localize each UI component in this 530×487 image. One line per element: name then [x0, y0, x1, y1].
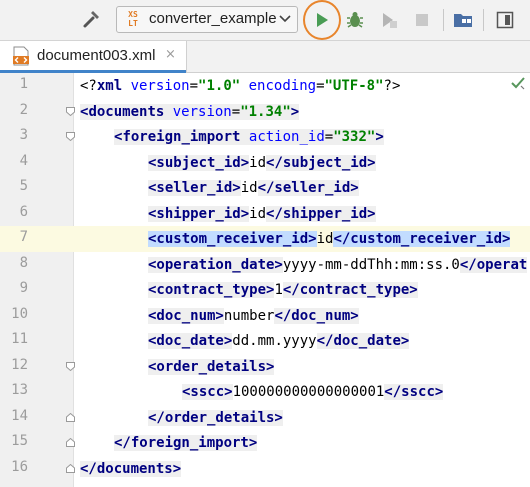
build-icon[interactable] [78, 6, 106, 34]
tab-document003-xml[interactable]: document003.xml × [0, 41, 187, 73]
run-configuration-dropdown[interactable]: XS LT converter_example [116, 6, 298, 33]
editor-tab-bar: document003.xml × [0, 41, 530, 73]
line-number: 10 [11, 305, 28, 322]
fold-end-icon[interactable] [66, 463, 75, 473]
line-number: 9 [19, 280, 28, 296]
code-line: 8 <operation_date>yyyy-mm-ddThh:mm:ss.0<… [0, 252, 530, 278]
code-line: 4 <subject_id>id</subject_id> [0, 150, 530, 176]
line-number: 13 [11, 382, 28, 398]
code-text: <doc_num>number</doc_num> [148, 307, 359, 324]
code-text: <contract_type>1</contract_type> [148, 282, 418, 298]
line-number: 3 [19, 127, 28, 143]
code-text: </order_details> [148, 409, 283, 426]
fold-end-icon[interactable] [66, 412, 75, 422]
highlight-circle [303, 0, 341, 40]
debug-icon[interactable] [341, 6, 369, 34]
fold-icon[interactable] [66, 132, 75, 141]
code-text: </foreign_import> [114, 435, 258, 451]
code-line: 10 <doc_num>number</doc_num> [0, 303, 530, 329]
code-line-current: 7 <custom_receiver_id>id</custom_receive… [0, 226, 530, 252]
code-text: <operation_date>yyyy-mm-ddThh:mm:ss.0</o… [148, 256, 528, 273]
line-number: 14 [11, 407, 28, 424]
line-number: 6 [19, 203, 28, 220]
code-text: <sscc>100000000000000001</sscc> [182, 384, 444, 400]
code-line: 2 <documents version="1.34"> [0, 99, 530, 125]
tab-label: document003.xml [37, 47, 156, 64]
line-number: 12 [11, 356, 28, 373]
fold-icon[interactable] [66, 361, 75, 371]
line-number: 4 [19, 152, 28, 169]
line-number: 11 [11, 331, 28, 347]
fold-end-icon[interactable] [66, 438, 75, 447]
code-text: <custom_receiver_id>id</custom_receiver_… [148, 231, 511, 247]
code-text: <seller_id>id</seller_id> [148, 180, 359, 196]
xml-file-icon [13, 46, 29, 66]
code-text: <documents version="1.34"> [80, 103, 300, 120]
code-line: 3 <foreign_import action_id="332"> [0, 124, 530, 150]
code-text: </documents> [80, 460, 182, 477]
code-text: <foreign_import action_id="332"> [114, 129, 384, 145]
code-text: <doc_date>dd.mm.yyyy</doc_date> [148, 333, 410, 349]
code-text: <?xml version="1.0" encoding="UTF-8"?> [80, 78, 401, 94]
code-line: 1 <?xml version="1.0" encoding="UTF-8"?> [0, 73, 530, 99]
code-text: <shipper_id>id</shipper_id> [148, 205, 376, 222]
xslt-icon: XS LT [128, 10, 138, 28]
fold-icon[interactable] [66, 106, 75, 116]
line-number: 5 [19, 178, 28, 194]
code-text: <subject_id>id</subject_id> [148, 154, 376, 171]
code-line: 6 <shipper_id>id</shipper_id> [0, 201, 530, 227]
code-line: 16 </documents> [0, 456, 530, 482]
toolbar-separator [443, 9, 444, 31]
code-text: <order_details> [148, 358, 275, 375]
line-number: 8 [19, 254, 28, 271]
main-toolbar: XS LT converter_example [0, 0, 530, 41]
run-configuration-name: converter_example [149, 10, 277, 27]
line-number: 2 [19, 101, 28, 118]
code-line: 11 <doc_date>dd.mm.yyyy</doc_date> [0, 328, 530, 354]
code-line: 9 <contract_type>1</contract_type> [0, 277, 530, 303]
layout-icon[interactable] [491, 6, 519, 34]
run-with-coverage-icon[interactable] [375, 6, 403, 34]
code-editor[interactable]: 1 <?xml version="1.0" encoding="UTF-8"?>… [0, 73, 530, 487]
line-number: 7 [19, 229, 28, 245]
matched-tag-highlight: </custom_receiver_id> [333, 231, 511, 247]
code-line: 15 </foreign_import> [0, 430, 530, 456]
close-icon[interactable]: × [165, 47, 176, 62]
inspection-ok-icon[interactable] [510, 75, 526, 91]
project-structure-icon[interactable] [449, 6, 477, 34]
code-line: 13 <sscc>100000000000000001</sscc> [0, 379, 530, 405]
code-line: 5 <seller_id>id</seller_id> [0, 175, 530, 201]
toolbar-separator [483, 9, 484, 31]
line-number: 15 [11, 433, 28, 449]
stop-icon[interactable] [408, 6, 436, 34]
code-line: 12 <order_details> [0, 354, 530, 380]
line-number: 1 [19, 76, 28, 92]
line-number: 16 [11, 458, 28, 475]
code-line: 14 </order_details> [0, 405, 530, 431]
chevron-down-icon [279, 15, 291, 23]
matched-tag-highlight: <custom_receiver_id> [148, 231, 317, 247]
